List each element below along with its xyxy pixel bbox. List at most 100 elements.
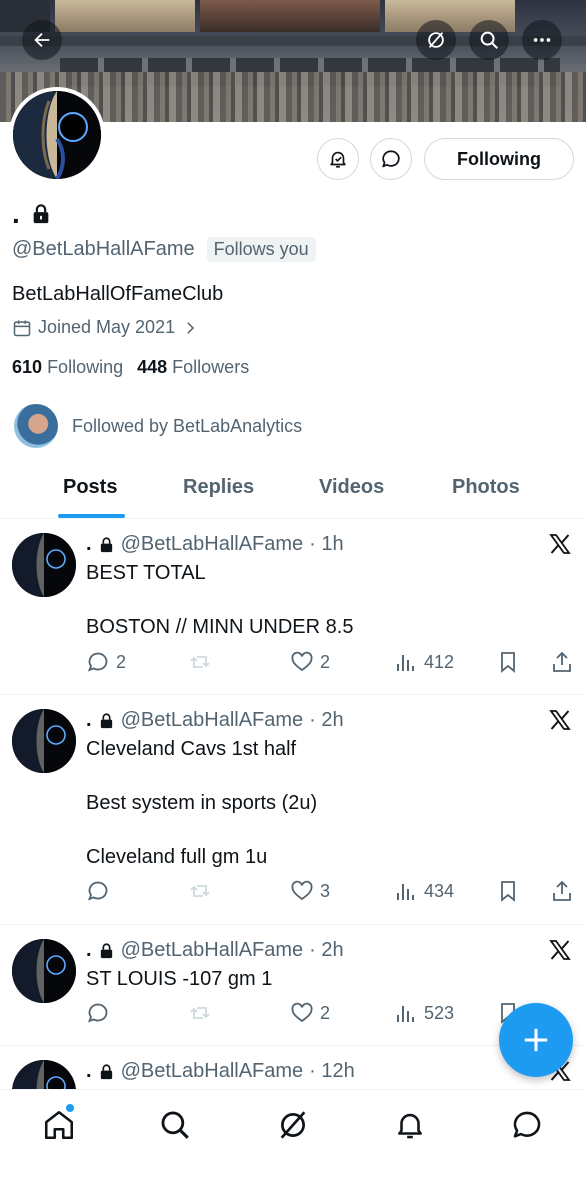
x-logo-icon	[549, 534, 571, 554]
like-button[interactable]: 2	[290, 1001, 330, 1025]
message-icon	[382, 150, 400, 168]
repost-icon	[190, 656, 210, 668]
post-handle: @BetLabHallAFame	[120, 1060, 304, 1082]
nav-grok[interactable]	[276, 1108, 310, 1142]
repost-icon	[190, 885, 210, 897]
post-handle: @BetLabHallAFame	[120, 939, 304, 961]
following-button[interactable]: Following	[424, 138, 574, 180]
bottom-navigation	[0, 1089, 586, 1200]
search-button[interactable]	[469, 20, 509, 60]
post-time: · 2h	[309, 939, 344, 961]
following-label: Following	[47, 357, 124, 377]
search-icon	[161, 1111, 189, 1139]
views-count: 523	[424, 1002, 455, 1023]
post-author-name: .	[86, 1060, 92, 1082]
share-icon	[553, 880, 571, 901]
post-avatar[interactable]	[12, 709, 76, 773]
followers-count-link[interactable]: 448 Followers	[137, 357, 249, 378]
tab-posts[interactable]: Posts	[63, 476, 117, 499]
reply-icon	[87, 1003, 108, 1023]
reply-icon	[87, 652, 108, 672]
tab-photos[interactable]: Photos	[452, 476, 520, 499]
post-time: · 12h	[309, 1060, 355, 1082]
like-count: 2	[320, 1002, 331, 1023]
joined-date-row[interactable]: Joined May 2021	[12, 317, 199, 338]
compose-post-button[interactable]	[499, 1003, 573, 1077]
profile-avatar[interactable]	[9, 87, 105, 183]
active-tab-indicator	[58, 514, 125, 518]
like-count: 3	[320, 880, 331, 901]
post-time: · 1h	[309, 533, 344, 555]
calendar-icon	[13, 320, 31, 336]
post-3[interactable]: . @BetLabHallAFame · 2h ST LOUIS -107 gm…	[0, 925, 586, 1046]
back-arrow-icon	[34, 32, 50, 48]
lock-icon	[100, 713, 112, 728]
nav-notifications[interactable]	[393, 1108, 427, 1142]
post-avatar[interactable]	[12, 1060, 76, 1089]
post-1[interactable]: . @BetLabHallAFame · 1h BEST TOTAL BOSTO…	[0, 519, 586, 695]
share-button[interactable]	[550, 879, 574, 903]
nav-home[interactable]	[42, 1108, 76, 1142]
grok-icon	[428, 32, 444, 48]
reply-button[interactable]: 2	[86, 650, 126, 674]
like-button[interactable]: 2	[290, 650, 330, 674]
followers-count: 448	[137, 357, 168, 377]
heart-icon	[291, 1002, 313, 1023]
more-button[interactable]	[522, 20, 562, 60]
tab-videos[interactable]: Videos	[319, 476, 384, 499]
lock-icon	[33, 204, 49, 224]
profile-tabs: Posts Replies Videos Photos	[0, 462, 586, 519]
nav-messages[interactable]	[510, 1108, 544, 1142]
notification-bell-icon	[330, 151, 346, 168]
bookmark-button[interactable]	[496, 650, 520, 674]
post-4[interactable]: . @BetLabHallAFame · 12h	[0, 1046, 586, 1089]
back-button[interactable]	[22, 20, 62, 60]
home-icon	[44, 1110, 74, 1140]
profile-handle: @BetLabHallAFame	[12, 238, 195, 260]
reply-icon	[87, 881, 108, 901]
views-count: 412	[424, 651, 455, 672]
views-icon	[397, 1006, 414, 1022]
messages-icon	[513, 1111, 541, 1138]
home-notification-dot	[66, 1104, 74, 1112]
post-author-name: .	[86, 939, 92, 961]
notifications-button[interactable]	[317, 138, 359, 180]
grok-button[interactable]	[416, 20, 456, 60]
repost-button[interactable]	[188, 1001, 218, 1025]
repost-icon	[190, 1007, 210, 1019]
bookmark-button[interactable]	[496, 879, 520, 903]
chevron-right-icon	[187, 321, 195, 334]
post-handle: @BetLabHallAFame	[120, 709, 304, 731]
followers-label: Followers	[172, 357, 250, 377]
nav-search[interactable]	[158, 1108, 192, 1142]
share-button[interactable]	[550, 650, 574, 674]
reply-button[interactable]	[86, 879, 116, 903]
post-avatar[interactable]	[12, 533, 76, 597]
followed-by-text: Followed by BetLabAnalytics	[72, 415, 303, 436]
repost-button[interactable]	[188, 879, 218, 903]
message-button[interactable]	[370, 138, 412, 180]
joined-date: Joined May 2021	[38, 317, 176, 337]
views-button[interactable]: 523	[394, 1001, 454, 1025]
followed-by-row[interactable]: Followed by BetLabAnalytics	[14, 404, 302, 448]
notifications-icon	[398, 1113, 422, 1139]
like-count: 2	[320, 651, 331, 672]
reply-button[interactable]	[86, 1001, 116, 1025]
views-button[interactable]: 434	[394, 879, 454, 903]
tab-replies[interactable]: Replies	[183, 476, 254, 499]
lock-icon	[100, 537, 112, 552]
plus-icon	[524, 1028, 548, 1052]
views-button[interactable]: 412	[394, 650, 454, 674]
display-name: .	[12, 198, 20, 229]
like-button[interactable]: 3	[290, 879, 330, 903]
heart-icon	[291, 880, 313, 901]
follower-avatar	[14, 404, 58, 448]
repost-button[interactable]	[188, 650, 218, 674]
post-text: BEST TOTAL BOSTON // MINN UNDER 8.5	[86, 562, 354, 638]
x-logo-icon	[549, 710, 571, 730]
following-count-link[interactable]: 610 Following	[12, 357, 123, 378]
post-actions: 3 434	[86, 879, 576, 907]
post-time: · 2h	[309, 709, 344, 731]
post-2[interactable]: . @BetLabHallAFame · 2h Cleveland Cavs 1…	[0, 695, 586, 925]
post-avatar[interactable]	[12, 939, 76, 1003]
